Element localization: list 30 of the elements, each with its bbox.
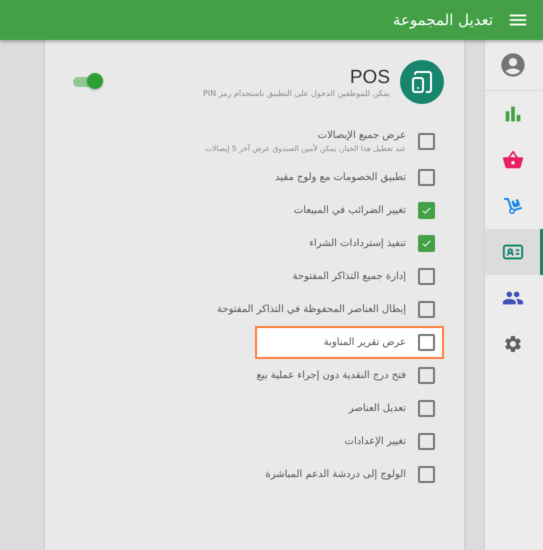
checkbox[interactable] [418, 433, 435, 450]
permission-label: تنفيذ إستردادات الشراء [309, 238, 406, 249]
permission-label: إبطال العناصر المحفوظة في التذاكر المفتوحة [217, 304, 406, 315]
permission-label: تطبيق الخصومات مع ولوج مقيد [275, 172, 406, 183]
checkbox[interactable] [418, 235, 435, 252]
permission-label: الولوج إلى دردشة الدعم المباشرة [265, 469, 406, 480]
card-title: POS [348, 66, 390, 88]
checkbox[interactable] [418, 400, 435, 417]
card-subtitle: يمكن للموظفين الدخول على التطبيق باستخدام رمز PIN [202, 88, 390, 98]
app-bar-title: تعديل المجموعة [392, 11, 493, 29]
check-icon [421, 205, 432, 216]
checkbox[interactable] [418, 334, 435, 351]
nav-item[interactable] [485, 229, 543, 275]
permission-label: تغيير الإعدادات [344, 436, 406, 447]
checkbox[interactable] [418, 133, 435, 150]
check-icon [421, 238, 432, 249]
permission-label: تعديل العناصر [348, 403, 406, 414]
permission-label: إدارة جميع التذاكر المفتوحة [292, 271, 406, 282]
permission-label: فتح درج النقدية دون إجراء عملية بيع [256, 370, 406, 381]
checkbox[interactable] [418, 202, 435, 219]
permission-label: عرض جميع الإيصالات [316, 130, 406, 141]
checkbox[interactable] [418, 301, 435, 318]
checkbox[interactable] [418, 268, 435, 285]
checkbox[interactable] [418, 466, 435, 483]
checkbox[interactable] [418, 367, 435, 384]
toggle-switch[interactable] [73, 73, 103, 91]
devices-icon [400, 60, 444, 104]
permission-label: تغيير الضرائب في المبيعات [294, 205, 406, 216]
checkbox[interactable] [418, 169, 435, 186]
permission-label: عرض تقرير المناوبة [324, 337, 406, 348]
